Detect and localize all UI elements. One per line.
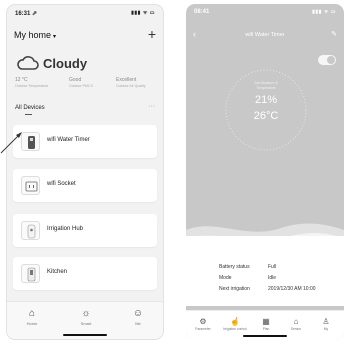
device-name: Kitchen xyxy=(47,269,68,275)
device-card-kitchen[interactable]: Kitchen xyxy=(13,257,157,290)
hub-icon xyxy=(21,221,40,240)
devices-tab-all[interactable]: All Devices xyxy=(15,105,45,111)
hand-icon: ☝ xyxy=(230,317,240,326)
tab-irrigation-control[interactable]: ☝ Irrigation control xyxy=(222,316,248,331)
status-icons: ▮▮▮ ᯤ ▭ xyxy=(312,9,336,15)
tab-smart[interactable]: ☼ Smart xyxy=(71,307,101,326)
status-time: 08:41 xyxy=(194,9,210,15)
socket-icon xyxy=(21,176,40,195)
tab-sensor[interactable]: ⌂ Sensor xyxy=(283,316,309,331)
device-info: Battery status Full Mode Idle Next irrig… xyxy=(186,236,344,306)
gauge-label-line: Temperature xyxy=(256,86,276,90)
home-screen: 16:31 ⇗ ▮▮▮ ᯤ ▭ My home ▾ + Cloudy 12 °C … xyxy=(6,4,164,340)
info-value: 2019/12/30 AM 10:00 xyxy=(268,286,316,292)
tab-label: Irrigation control xyxy=(223,327,247,331)
info-label: Next irrigation xyxy=(219,286,250,292)
moisture-gauge: Soil Moisture & Temperature 21% 26°C xyxy=(220,64,312,156)
tab-plan[interactable]: ▦ Plan xyxy=(253,316,279,331)
temperature-value: 26°C xyxy=(253,110,279,122)
device-detail-screen: 08:41 ▮▮▮ ᯤ ▭ ‹ wifi Water Timer ✎ Soil … xyxy=(186,4,344,340)
weather-stat-label: Outdoor PM2.5 xyxy=(69,84,93,88)
info-row: Next irrigation 2019/12/30 AM 10:00 xyxy=(219,286,316,292)
device-name: Irrigation Hub xyxy=(47,226,84,232)
detail-title: wifi Water Timer xyxy=(245,32,285,38)
cloud-icon xyxy=(17,56,39,70)
tab-label: Plan xyxy=(262,327,270,331)
status-icons: ▮▮▮ ᯤ ▭ xyxy=(131,10,155,16)
status-time: 16:31 ⇗ xyxy=(15,11,38,17)
detail-header: ‹ wifi Water Timer ✎ xyxy=(193,29,337,41)
user-circle-icon: ☺ xyxy=(132,308,144,319)
tab-home[interactable]: ⌂ Home xyxy=(17,307,47,326)
sensor-icon: ⌂ xyxy=(293,317,299,326)
tab-label: Smart xyxy=(80,321,92,326)
tab-underline xyxy=(25,114,32,115)
toggle-knob xyxy=(327,56,335,64)
kitchen-device-icon xyxy=(21,264,40,283)
add-device-button[interactable]: + xyxy=(148,27,156,41)
home-selector[interactable]: My home ▾ xyxy=(14,30,56,40)
tab-label: Sensor xyxy=(290,327,302,331)
weather-panel: Cloudy 12 °C Outdoor Temperature Good Ou… xyxy=(15,55,155,95)
weather-stat-label: Outdoor Temperature xyxy=(15,84,49,88)
weather-stat: Good Outdoor PM2.5 xyxy=(69,77,93,89)
info-label: Mode xyxy=(219,275,232,281)
devices-header: All Devices ··· xyxy=(15,103,155,115)
weather-condition: Cloudy xyxy=(43,56,88,71)
tab-label: Home xyxy=(26,321,38,326)
status-bar: 16:31 ⇗ ▮▮▮ ᯤ ▭ xyxy=(15,10,155,20)
tab-label: Parameter xyxy=(195,327,211,331)
power-toggle[interactable] xyxy=(318,55,336,65)
tab-parameter[interactable]: ⚙ Parameter xyxy=(190,316,216,331)
gauge-label-line: Soil Moisture & xyxy=(254,81,278,85)
device-name: wifi Socket xyxy=(47,181,76,187)
soil-moisture-value: 21% xyxy=(254,94,278,106)
info-value: Full xyxy=(268,264,277,270)
device-card-water-timer[interactable]: wifi Water Timer xyxy=(13,125,157,158)
tab-me[interactable]: ☺ Me xyxy=(123,307,153,326)
home-header: My home ▾ + xyxy=(14,27,156,44)
bottom-tab-bar: ⌂ Home ☼ Smart ☺ Me xyxy=(7,301,163,339)
gauge-label: Soil Moisture & Temperature xyxy=(220,81,312,91)
home-icon: ⌂ xyxy=(28,308,36,319)
status-bar: 08:41 ▮▮▮ ᯤ ▭ xyxy=(194,9,336,19)
weather-stat-label: Outdoor Air Quality xyxy=(116,84,146,88)
sun-icon: ☼ xyxy=(81,308,91,319)
tab-my[interactable]: ♙ My xyxy=(313,316,339,331)
device-name: wifi Water Timer xyxy=(47,137,90,143)
home-indicator xyxy=(63,334,107,336)
home-title: My home xyxy=(14,30,52,40)
home-indicator xyxy=(243,335,287,337)
edit-icon[interactable]: ✎ xyxy=(331,30,337,38)
info-row: Mode Idle xyxy=(219,275,276,281)
tab-label: My xyxy=(323,327,329,331)
detail-tab-bar: ⚙ Parameter ☝ Irrigation control ▦ Plan … xyxy=(186,310,344,340)
device-card-socket[interactable]: wifi Socket xyxy=(13,169,157,202)
more-options-icon[interactable]: ··· xyxy=(148,103,155,110)
info-value: Idle xyxy=(268,275,277,281)
weather-stat: Excellent Outdoor Air Quality xyxy=(116,77,146,89)
person-icon: ♙ xyxy=(322,317,330,326)
calendar-icon: ▦ xyxy=(262,317,270,326)
weather-stat: 12 °C Outdoor Temperature xyxy=(15,77,48,89)
pointer-arrow-icon xyxy=(0,132,22,154)
tab-label: Me xyxy=(135,321,141,326)
gear-icon: ⚙ xyxy=(199,317,207,326)
info-row: Battery status Full xyxy=(219,264,276,270)
chevron-down-icon: ▾ xyxy=(53,34,57,40)
info-label: Battery status xyxy=(219,264,250,270)
device-card-irrigation-hub[interactable]: Irrigation Hub xyxy=(13,214,157,247)
